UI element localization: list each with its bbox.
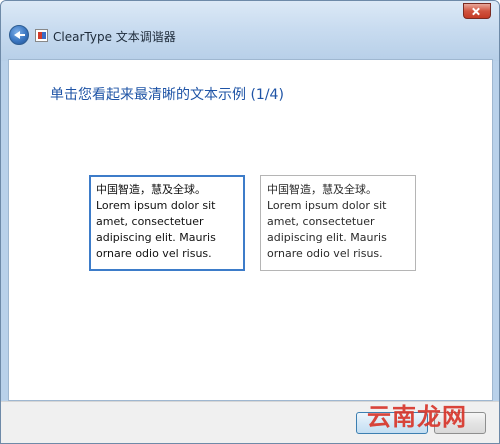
wizard-content-pane: 单击您看起来最清晰的文本示例 (1/4) 中国智造，慧及全球。 Lorem ip…: [8, 59, 493, 401]
text-sample-1[interactable]: 中国智造，慧及全球。 Lorem ipsum dolor sit amet, c…: [89, 175, 245, 271]
site-watermark: 云南龙网: [367, 403, 467, 431]
sample-line: 中国智造，慧及全球。: [96, 183, 206, 196]
cleartype-app-icon: [35, 29, 48, 42]
sample-line: ornare odio vel risus.: [267, 247, 383, 260]
sample-line: amet, consectetuer: [267, 215, 375, 228]
sample-line: Lorem ipsum dolor sit: [267, 199, 387, 212]
cleartype-wizard-window: ClearType 文本调谐器 单击您看起来最清晰的文本示例 (1/4) 中国智…: [0, 0, 500, 444]
sample-line: 中国智造，慧及全球。: [267, 183, 377, 196]
sample-line: adipiscing elit. Mauris: [96, 231, 216, 244]
sample-line: adipiscing elit. Mauris: [267, 231, 387, 244]
sample-line: ornare odio vel risus.: [96, 247, 212, 260]
close-icon[interactable]: [463, 3, 491, 19]
sample-line: amet, consectetuer: [96, 215, 204, 228]
page-instruction: 单击您看起来最清晰的文本示例 (1/4): [50, 87, 284, 103]
window-title: ClearType 文本调谐器: [53, 30, 176, 44]
text-sample-2[interactable]: 中国智造，慧及全球。 Lorem ipsum dolor sit amet, c…: [260, 175, 416, 271]
back-arrow-icon[interactable]: [9, 25, 29, 45]
sample-line: Lorem ipsum dolor sit: [96, 199, 216, 212]
